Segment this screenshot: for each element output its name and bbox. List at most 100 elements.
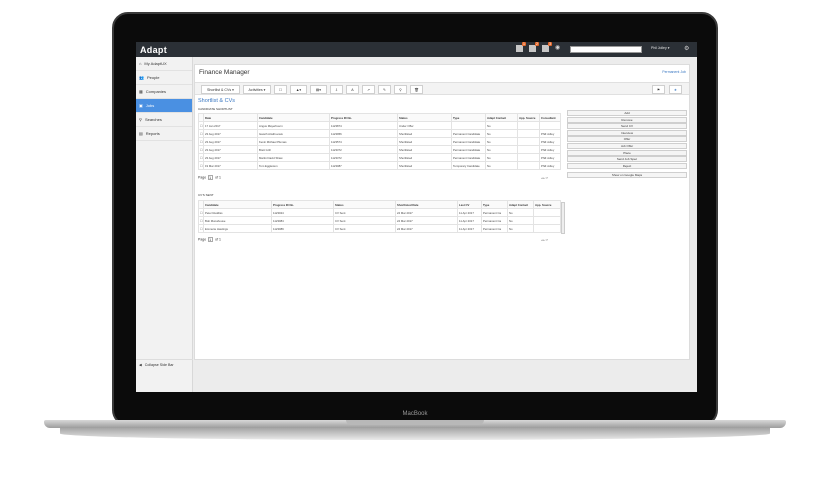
table-cell: Permanent Candidate [451,145,486,154]
column-header[interactable]: Consultant [539,113,561,122]
laptop-foot [60,427,770,440]
table-cell: 24 Mar 2017 [395,216,458,225]
flag-icon[interactable]: ⚑ [652,85,665,94]
action-button-reject[interactable]: Reject [567,162,687,169]
list-dropdown-icon[interactable]: ▤▾ [310,85,327,94]
sidebar-item-label: Companies [145,89,167,94]
table-row[interactable]: ☐ 23 Aug 2017 Brett Grill 1123372 Shortliste… [198,145,561,154]
table-cell: Shortlisted [397,129,452,138]
table-cell: No [507,216,534,225]
action-button-add[interactable]: Add [567,110,687,116]
table-cell [539,121,561,130]
table-cell: 1123087 [329,161,398,170]
star-icon[interactable]: ★ [669,85,682,94]
action-button-send-cv[interactable]: Send CV [567,123,687,130]
shortlist-dropdown[interactable]: Shortlist & CVs ▾ [201,85,240,94]
table-row[interactable]: ☐ 23 Aug 2017 Gareth Atwill-Lewis 1123956 Sh… [198,129,561,138]
action-button-offer[interactable]: Offer [567,136,687,143]
sidebar-item-searches[interactable]: ⚲ Searches [136,113,192,127]
column-header[interactable]: Progress ID No. [271,200,334,209]
sidebar-item-reports[interactable]: ▤ Reports [136,127,192,141]
email-dropdown-icon[interactable]: ▲▾ [290,85,307,94]
table-cell: Shortlisted [397,161,452,170]
action-button-interview[interactable]: Interview [567,129,687,136]
table-cell: CV Sent [333,224,396,233]
column-header[interactable]: App. Source [517,113,540,122]
show-on-google-maps-button[interactable]: Show on Google Maps [567,171,687,178]
table-cell: Shortlisted [397,137,452,146]
table-cell: 1123024 [271,208,334,217]
table-cell: Permanent Candidate [451,153,486,162]
search-input[interactable] [570,46,642,53]
home-icon: ⌂ [139,61,142,66]
table-row[interactable]: ☐ Emmerie Hastings 1123089 CV Sent 24 Mar 20… [198,224,561,233]
column-header[interactable]: Type [451,113,486,122]
column-header[interactable]: Candidate [203,200,272,209]
pager-arrows[interactable]: ◂ ▸ ⟳ [541,238,548,242]
column-header[interactable]: Status [397,113,452,122]
collapse-label: Collapse Side Bar [144,362,174,367]
table-row[interactable]: ☐ 17 Jan 2017 Angus Mayerbourn 1123874 Under… [198,121,561,130]
table-cell: 17 Jan 2017 [203,121,258,130]
user-menu[interactable]: Phil Jolley ▾ [651,46,670,50]
table-cell [451,121,486,130]
eye-icon[interactable]: ◉ [555,45,560,52]
sidebar-item-companies[interactable]: ▦ Companies [136,85,192,99]
sidebar-item-label: People [146,75,160,80]
flag-icon[interactable]: 1 [516,42,526,52]
action-button-send-job-spec[interactable]: Send Job Spec [567,156,687,163]
action-button-job-offer[interactable]: Job Offer [567,142,687,149]
sidebar-item-people[interactable]: 👥 People [136,71,192,85]
table-scrollbar[interactable] [561,202,565,234]
gear-icon[interactable]: ⚙ [684,45,689,52]
table-cell: No [485,121,518,130]
document-icon[interactable]: ☐ [274,85,287,94]
laptop-brand: MacBook [402,411,428,417]
table-row[interactable]: ☐ Bob Monahouse 1123084 CV Sent 24 Mar 2017 1… [198,216,561,225]
column-header[interactable]: Type [481,200,508,209]
column-header[interactable]: Adapt Contact [485,113,518,122]
permanent-job-link[interactable]: Permanent Job [662,70,686,74]
table-header-row: Date Candidate Progress ID No. Status Ty… [198,113,561,122]
column-header[interactable]: Adapt Contact [507,200,534,209]
page-label: Page [198,237,207,242]
text-icon[interactable]: A [346,85,359,94]
delete-icon[interactable]: 🗑 [410,85,423,94]
column-header[interactable]: Progress ID No. [329,113,398,122]
column-header[interactable]: Status [333,200,396,209]
table-row[interactable]: ☐ 23 Aug 2017 Martin David Shaw 1123372 Shor… [198,153,561,162]
attach-icon[interactable]: ⚲ [394,85,407,94]
table-row[interactable]: ☐ 23 Aug 2017 Kevin Michael Plumas 1123574 S… [198,137,561,146]
sidebar-item-my-adaptux[interactable]: ⌂ My AdaptUX [136,57,192,71]
notification-badge: 2 [535,42,539,46]
column-header[interactable]: Shortlisted Date [395,200,458,209]
app-logo[interactable]: Adapt [140,45,167,55]
table-cell [517,153,540,162]
laptop-notch [346,420,484,425]
action-button-remove[interactable]: Remove [567,116,687,123]
table-cell [533,224,561,233]
table-cell: Phill Jolley [539,129,561,138]
table-row[interactable]: ☐ 19 Mar 2017 Tom Eggleston 1123087 Shortlis… [198,161,561,170]
table-row[interactable]: ☐ Peter Reddiss 1123024 CV Sent 24 Mar 2017 1… [198,208,561,217]
share-icon[interactable]: ↗ [362,85,375,94]
column-header[interactable]: Date [203,113,258,122]
page-input[interactable]: 1 [208,175,214,180]
calendar-icon[interactable]: 3 [542,42,552,52]
page-input[interactable]: 1 [208,237,214,242]
download-icon[interactable]: ⇩ [330,85,343,94]
pager-arrows[interactable]: ◂ ▸ ⟳ [541,176,548,180]
table-cell: Shortlisted [397,145,452,154]
action-button-place[interactable]: Place [567,149,687,156]
message-icon[interactable]: 2 [529,42,539,52]
column-header[interactable]: Last CV [457,200,482,209]
column-header[interactable]: App. Source [533,200,561,209]
activities-dropdown[interactable]: Activities ▾ [243,85,271,94]
edit-icon[interactable]: ✎ [378,85,391,94]
table-cell: 1123089 [271,224,334,233]
column-header[interactable]: Candidate [257,113,330,122]
collapse-sidebar-button[interactable]: ◀ Collapse Side Bar [136,359,193,369]
table-cell [517,137,540,146]
table-cell: Permanent Candidate [451,137,486,146]
sidebar-item-jobs[interactable]: ▣ Jobs [136,99,192,113]
